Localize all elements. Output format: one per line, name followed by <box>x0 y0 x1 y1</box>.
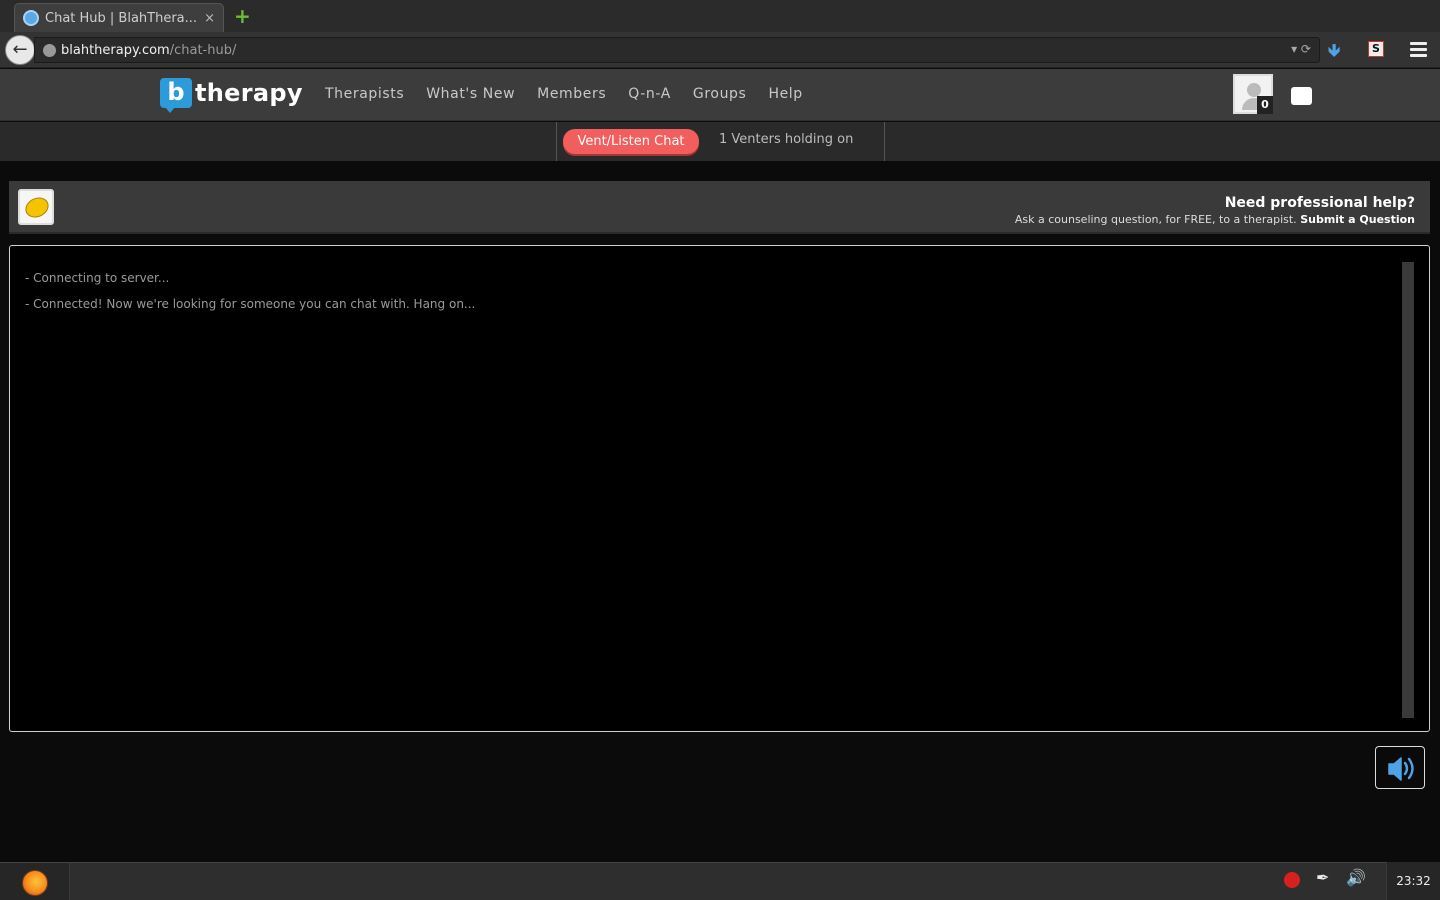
tab-title: Chat Hub | BlahThera... <box>45 10 198 26</box>
venters-status: 1 Venters holding on <box>719 132 854 147</box>
browser-tab[interactable]: Chat Hub | BlahThera... × <box>14 3 224 32</box>
avatar[interactable]: 0 <box>1233 74 1273 114</box>
extension-icon[interactable]: S <box>1368 41 1384 57</box>
start-button[interactable] <box>0 863 70 900</box>
url-path: /chat-hub/ <box>169 42 237 58</box>
chat-scrollbar[interactable] <box>1402 262 1414 718</box>
clock: 23:32 <box>1386 862 1440 900</box>
nav-members[interactable]: Members <box>537 86 606 102</box>
site-header: b therapy Therapists What's New Members … <box>0 69 1440 121</box>
firefox-icon[interactable] <box>22 870 48 896</box>
sound-toggle-button[interactable] <box>1375 746 1425 789</box>
browser-tab-bar: Chat Hub | BlahThera... × + <box>0 0 1440 32</box>
chat-subbar-inner: Vent/Listen Chat 1 Venters holding on <box>556 122 885 161</box>
nav-qna[interactable]: Q-n-A <box>628 86 671 102</box>
help-title: Need professional help? <box>1224 195 1415 211</box>
chat-log: - Connecting to server... - Connected! N… <box>9 245 1430 732</box>
close-tab-icon[interactable]: × <box>204 11 215 26</box>
url-host: blahtherapy.com <box>61 42 170 58</box>
nav-help[interactable]: Help <box>768 86 802 102</box>
globe-icon <box>43 43 56 57</box>
nav-whats-new[interactable]: What's New <box>426 86 515 102</box>
help-panel: Need professional help? Ask a counseling… <box>9 181 1430 234</box>
volume-tray-icon[interactable]: 🔊 <box>1346 868 1366 887</box>
hamburger-menu-icon[interactable] <box>1410 42 1427 60</box>
help-subtitle: Ask a counseling question, for FREE, to … <box>1015 213 1415 226</box>
lemon-icon <box>18 189 54 225</box>
chat-subbar: Vent/Listen Chat 1 Venters holding on <box>0 122 1440 161</box>
back-button[interactable]: ← <box>5 35 35 65</box>
reload-icon[interactable]: ▾ ⟳ <box>1291 42 1311 56</box>
nav-groups[interactable]: Groups <box>693 86 747 102</box>
speaker-icon <box>1388 757 1414 781</box>
chat-line: - Connected! Now we're looking for someo… <box>25 297 476 311</box>
notification-badge: 0 <box>1257 96 1273 114</box>
browser-nav-bar: ← blahtherapy.com /chat-hub/ ▾ ⟳ <box>0 32 1440 68</box>
new-tab-button[interactable]: + <box>234 4 251 28</box>
messages-icon[interactable] <box>1291 87 1312 105</box>
os-taskbar <box>0 862 1440 900</box>
address-bar[interactable]: blahtherapy.com /chat-hub/ ▾ ⟳ <box>34 37 1320 63</box>
help-subtitle-text: Ask a counseling question, for FREE, to … <box>1014 213 1297 226</box>
submit-question-link[interactable]: Submit a Question <box>1300 213 1415 226</box>
chat-favicon-icon <box>23 10 39 26</box>
avatar-head-icon <box>1247 83 1261 97</box>
download-icon[interactable]: 🡻 <box>1328 38 1340 67</box>
main-nav: Therapists What's New Members Q-n-A Grou… <box>325 86 825 102</box>
pen-tray-icon[interactable]: ✒ <box>1316 868 1329 887</box>
chat-line: - Connecting to server... <box>25 271 170 285</box>
site-logo[interactable]: b therapy <box>160 78 303 113</box>
nav-therapists[interactable]: Therapists <box>325 86 404 102</box>
logo-text: therapy <box>195 79 303 107</box>
vent-listen-chat-button[interactable]: Vent/Listen Chat <box>563 129 699 154</box>
logo-bubble-icon: b <box>160 78 192 113</box>
alert-tray-icon[interactable] <box>1284 872 1300 888</box>
